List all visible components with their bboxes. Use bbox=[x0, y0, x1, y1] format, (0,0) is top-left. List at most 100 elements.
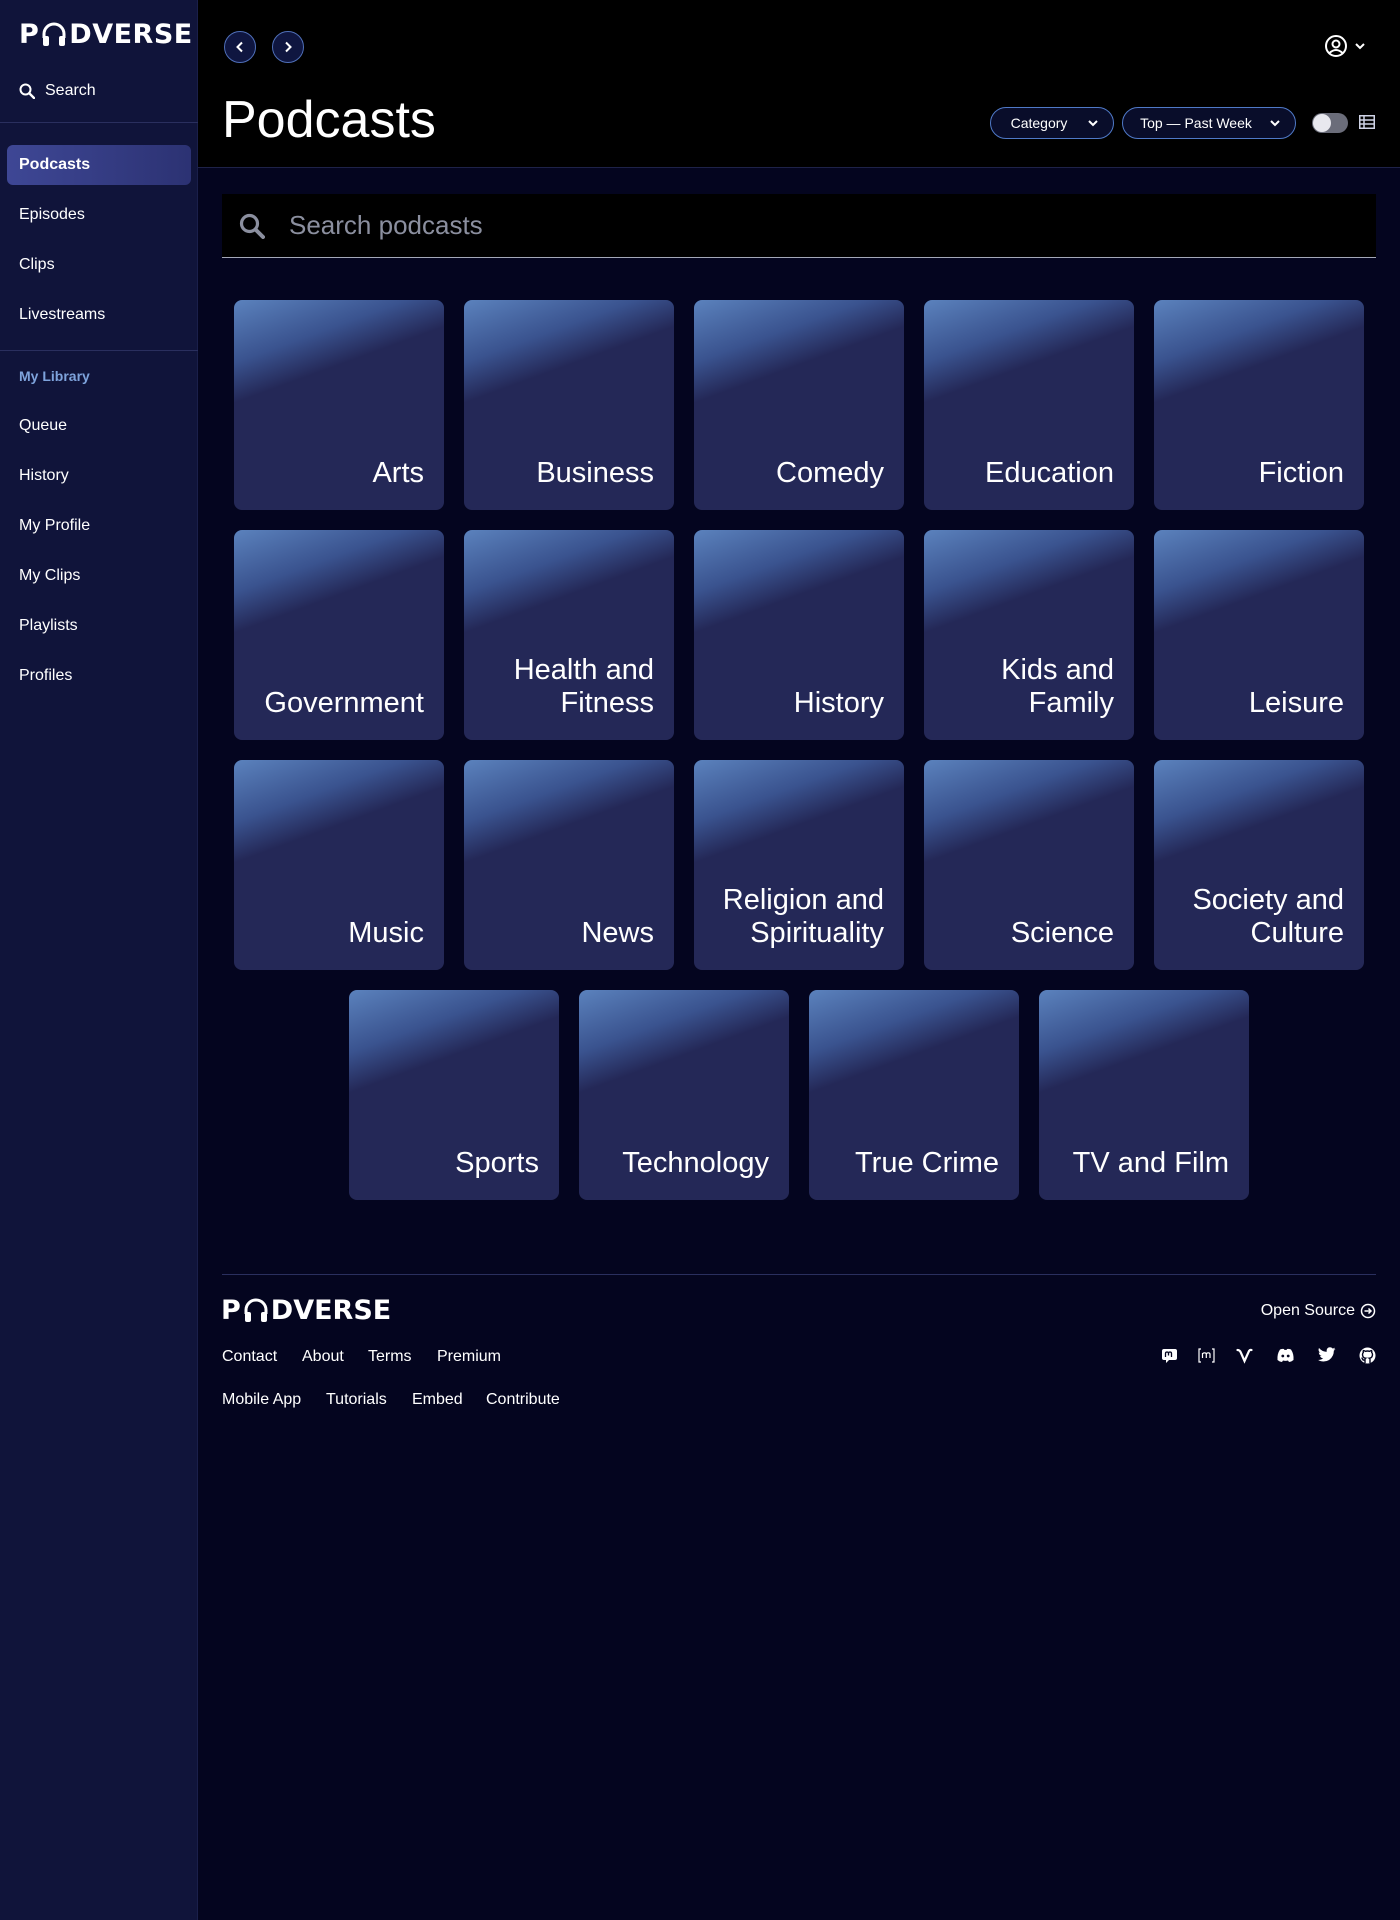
category-label: Education bbox=[985, 457, 1114, 489]
search-input[interactable] bbox=[289, 194, 1376, 257]
discord-icon[interactable] bbox=[1276, 1347, 1295, 1364]
sidebar-item-label: Clips bbox=[19, 256, 55, 273]
sidebar-item-label: My Clips bbox=[19, 567, 81, 584]
headphones-icon bbox=[42, 22, 66, 46]
podverse-logo[interactable]: P DVERSE bbox=[19, 18, 193, 50]
sort-filter-label: Top — Past Week bbox=[1140, 115, 1252, 131]
sidebar-search[interactable]: Search bbox=[19, 82, 96, 100]
sidebar-item-label: Playlists bbox=[19, 617, 78, 634]
chevron-down-icon bbox=[1088, 120, 1098, 127]
forward-button[interactable] bbox=[272, 31, 304, 63]
category-filter-dropdown[interactable]: Category bbox=[990, 107, 1114, 139]
category-tile-technology[interactable]: Technology bbox=[579, 990, 789, 1200]
category-label: True Crime bbox=[855, 1147, 999, 1179]
category-label: Technology bbox=[622, 1147, 769, 1179]
sidebar: P DVERSE Search Podcasts Episodes Clips bbox=[0, 0, 198, 1920]
logo-text-left: P bbox=[19, 18, 40, 50]
footer-divider bbox=[222, 1274, 1376, 1275]
sidebar-item-label: My Profile bbox=[19, 517, 91, 534]
footer-link-premium[interactable]: Premium bbox=[437, 1348, 501, 1366]
sidebar-item-playlists[interactable]: Playlists bbox=[7, 606, 191, 646]
category-tile-fiction[interactable]: Fiction bbox=[1154, 300, 1364, 510]
sidebar-item-label: Podcasts bbox=[19, 156, 91, 173]
category-label: Business bbox=[536, 457, 654, 489]
sidebar-search-label: Search bbox=[45, 82, 96, 99]
arrow-circle-right-icon bbox=[1360, 1303, 1376, 1319]
sidebar-item-label: Queue bbox=[19, 417, 68, 434]
footer-link-embed[interactable]: Embed bbox=[412, 1391, 463, 1409]
category-tile-sports[interactable]: Sports bbox=[349, 990, 559, 1200]
sidebar-item-queue[interactable]: Queue bbox=[7, 406, 191, 446]
category-tile-science[interactable]: Science bbox=[924, 760, 1134, 970]
sidebar-item-livestreams[interactable]: Livestreams bbox=[7, 295, 191, 335]
category-tile-society-and-culture[interactable]: Society and Culture bbox=[1154, 760, 1364, 970]
sidebar-item-label: Livestreams bbox=[19, 306, 106, 323]
category-label: Fiction bbox=[1258, 457, 1344, 489]
category-tile-comedy[interactable]: Comedy bbox=[694, 300, 904, 510]
category-label: News bbox=[581, 917, 654, 949]
twitter-icon[interactable] bbox=[1318, 1347, 1336, 1362]
category-tile-music[interactable]: Music bbox=[234, 760, 444, 970]
category-tile-leisure[interactable]: Leisure bbox=[1154, 530, 1364, 740]
open-source-link[interactable]: Open Source bbox=[1261, 1302, 1376, 1320]
category-label: Religion and Spirituality bbox=[722, 884, 884, 949]
back-button[interactable] bbox=[224, 31, 256, 63]
category-tile-religion-and-spirituality[interactable]: Religion and Spirituality bbox=[694, 760, 904, 970]
chevron-down-icon bbox=[1355, 43, 1365, 50]
footer-link-terms[interactable]: Terms bbox=[368, 1348, 412, 1366]
footer-link-contribute[interactable]: Contribute bbox=[486, 1391, 560, 1409]
category-label: History bbox=[793, 687, 884, 719]
mastodon-icon[interactable] bbox=[1161, 1347, 1178, 1364]
category-tile-health-and-fitness[interactable]: Health and Fitness bbox=[464, 530, 674, 740]
category-tile-news[interactable]: News bbox=[464, 760, 674, 970]
list-view-icon[interactable] bbox=[1359, 115, 1375, 129]
view-toggle-switch[interactable] bbox=[1312, 113, 1348, 133]
footer-link-contact[interactable]: Contact bbox=[222, 1348, 277, 1366]
sidebar-item-my-profile[interactable]: My Profile bbox=[7, 506, 191, 546]
sort-filter-dropdown[interactable]: Top — Past Week bbox=[1122, 107, 1296, 139]
category-tile-arts[interactable]: Arts bbox=[234, 300, 444, 510]
github-icon[interactable] bbox=[1359, 1347, 1376, 1364]
logo-text-right: DVERSE bbox=[270, 1294, 392, 1326]
search-icon bbox=[19, 83, 35, 99]
sidebar-divider bbox=[0, 122, 198, 123]
open-source-label: Open Source bbox=[1260, 1302, 1355, 1319]
footer-link-about[interactable]: About bbox=[302, 1348, 344, 1366]
matrix-icon[interactable] bbox=[1198, 1347, 1215, 1364]
category-label: Health and Fitness bbox=[513, 654, 654, 719]
sidebar-item-clips[interactable]: Clips bbox=[7, 245, 191, 285]
podcast-search-bar bbox=[222, 194, 1376, 258]
category-tile-kids-and-family[interactable]: Kids and Family bbox=[924, 530, 1134, 740]
footer-podverse-logo[interactable]: P DVERSE bbox=[221, 1294, 392, 1326]
sidebar-item-profiles[interactable]: Profiles bbox=[7, 656, 191, 696]
footer-link-tutorials[interactable]: Tutorials bbox=[326, 1391, 387, 1409]
category-tile-education[interactable]: Education bbox=[924, 300, 1134, 510]
v-icon[interactable] bbox=[1236, 1347, 1253, 1364]
page-title: Podcasts bbox=[222, 91, 436, 149]
search-icon bbox=[239, 213, 265, 239]
sidebar-item-label: Profiles bbox=[19, 667, 73, 684]
user-circle-icon bbox=[1325, 35, 1347, 57]
category-tile-tv-and-film[interactable]: TV and Film bbox=[1039, 990, 1249, 1200]
headphones-icon bbox=[244, 1298, 268, 1322]
sidebar-item-podcasts[interactable]: Podcasts bbox=[7, 145, 191, 185]
category-label: Government bbox=[264, 687, 424, 719]
sidebar-item-history[interactable]: History bbox=[7, 456, 191, 496]
category-tile-history[interactable]: History bbox=[694, 530, 904, 740]
category-label: Kids and Family bbox=[1001, 654, 1114, 719]
footer-link-mobile-app[interactable]: Mobile App bbox=[222, 1391, 301, 1409]
category-tile-government[interactable]: Government bbox=[234, 530, 444, 740]
category-tile-true-crime[interactable]: True Crime bbox=[809, 990, 1019, 1200]
category-tile-business[interactable]: Business bbox=[464, 300, 674, 510]
category-label: Science bbox=[1010, 917, 1114, 949]
library-heading: My Library bbox=[19, 368, 90, 384]
app-root: P DVERSE Search Podcasts Episodes Clips bbox=[0, 0, 1400, 1920]
sidebar-item-episodes[interactable]: Episodes bbox=[7, 195, 191, 235]
logo-text-right: DVERSE bbox=[69, 18, 193, 50]
user-menu[interactable] bbox=[1324, 34, 1366, 58]
chevron-down-icon bbox=[1270, 120, 1280, 127]
sidebar-item-my-clips[interactable]: My Clips bbox=[7, 556, 191, 596]
category-filter-label: Category bbox=[1010, 115, 1068, 131]
category-label: TV and Film bbox=[1072, 1147, 1229, 1179]
category-label: Sports bbox=[455, 1147, 539, 1179]
